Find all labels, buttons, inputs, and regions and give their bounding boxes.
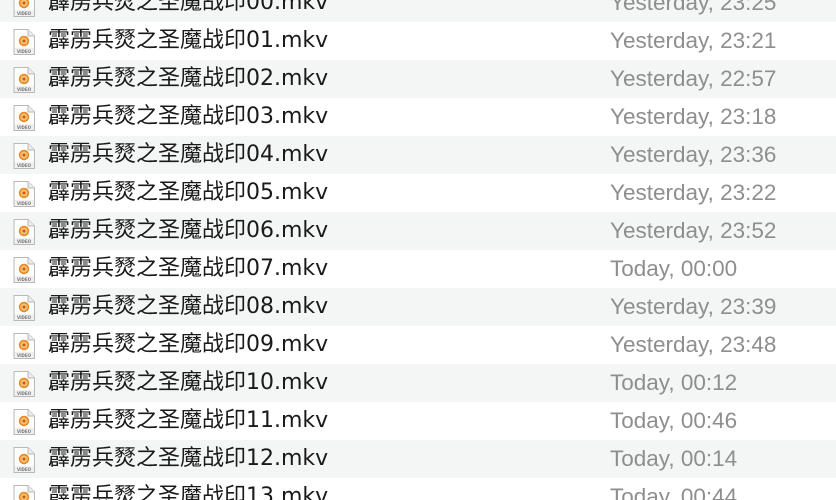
file-row[interactable]: VIDEO 霹雳兵燹之圣魔战印01.mkv Yesterday, 23:21 (0, 22, 836, 60)
video-file-icon: VIDEO (11, 408, 37, 436)
icon-label: VIDEO (17, 125, 32, 130)
icon-label: VIDEO (17, 11, 32, 16)
file-name: 霹雳兵燹之圣魔战印13.mkv (48, 484, 329, 500)
file-name: 霹雳兵燹之圣魔战印01.mkv (48, 28, 329, 53)
video-file-icon: VIDEO (11, 484, 37, 500)
icon-label: VIDEO (17, 467, 32, 472)
file-row[interactable]: VIDEO 霹雳兵燹之圣魔战印08.mkv Yesterday, 23:39 (0, 288, 836, 326)
file-name: 霹雳兵燹之圣魔战印10.mkv (48, 370, 329, 395)
video-file-icon: VIDEO (11, 180, 37, 208)
date-modified: Today, 00:00 (610, 256, 738, 281)
video-file-icon: VIDEO (11, 66, 37, 94)
date-modified: Yesterday, 23:52 (610, 218, 777, 243)
file-name: 霹雳兵燹之圣魔战印12.mkv (48, 446, 329, 471)
file-row[interactable]: VIDEO 霹雳兵燹之圣魔战印09.mkv Yesterday, 23:48 (0, 326, 836, 364)
file-name: 霹雳兵燹之圣魔战印11.mkv (48, 408, 329, 433)
file-row[interactable]: VIDEO 霹雳兵燹之圣魔战印04.mkv Yesterday, 23:36 (0, 136, 836, 174)
file-row[interactable]: VIDEO 霹雳兵燹之圣魔战印06.mkv Yesterday, 23:52 (0, 212, 836, 250)
video-file-icon: VIDEO (11, 294, 37, 322)
icon-label: VIDEO (17, 391, 32, 396)
file-name: 霹雳兵燹之圣魔战印07.mkv (48, 256, 329, 281)
file-row[interactable]: VIDEO 霹雳兵燹之圣魔战印11.mkv Today, 00:46 (0, 402, 836, 440)
date-modified: Today, 00:44 (610, 484, 738, 500)
icon-label: VIDEO (17, 315, 32, 320)
date-modified: Yesterday, 23:48 (610, 332, 777, 357)
video-file-icon: VIDEO (11, 104, 37, 132)
icon-label: VIDEO (17, 163, 32, 168)
icon-label: VIDEO (17, 429, 32, 434)
date-modified: Yesterday, 23:39 (610, 294, 777, 319)
file-row[interactable]: VIDEO 霹雳兵燹之圣魔战印13.mkv Today, 00:44 (0, 478, 836, 500)
file-list: VIDEO 霹雳兵燹之圣魔战印00.mkv Yesterday, 23:25 VI… (0, 0, 836, 500)
date-modified: Yesterday, 23:36 (610, 142, 777, 167)
file-name: 霹雳兵燹之圣魔战印06.mkv (48, 218, 329, 243)
video-file-icon: VIDEO (11, 370, 37, 398)
file-name: 霹雳兵燹之圣魔战印09.mkv (48, 332, 329, 357)
video-file-icon: VIDEO (11, 142, 37, 170)
date-modified: Today, 00:14 (610, 446, 738, 471)
icon-label: VIDEO (17, 239, 32, 244)
date-modified: Today, 00:46 (610, 408, 738, 433)
video-file-icon: VIDEO (11, 332, 37, 360)
icon-label: VIDEO (17, 87, 32, 92)
file-row[interactable]: VIDEO 霹雳兵燹之圣魔战印07.mkv Today, 00:00 (0, 250, 836, 288)
video-file-icon: VIDEO (11, 28, 37, 56)
file-name: 霹雳兵燹之圣魔战印00.mkv (48, 0, 329, 15)
file-name: 霹雳兵燹之圣魔战印05.mkv (48, 180, 329, 205)
file-name: 霹雳兵燹之圣魔战印08.mkv (48, 294, 329, 319)
date-modified: Yesterday, 23:25 (610, 0, 777, 15)
date-modified: Yesterday, 23:22 (610, 180, 777, 205)
video-file-icon: VIDEO (11, 256, 37, 284)
file-row[interactable]: VIDEO 霹雳兵燹之圣魔战印10.mkv Today, 00:12 (0, 364, 836, 402)
video-file-icon: VIDEO (11, 0, 37, 18)
date-modified: Today, 00:12 (610, 370, 738, 395)
icon-label: VIDEO (17, 49, 32, 54)
date-modified: Yesterday, 22:57 (610, 66, 777, 91)
file-name: 霹雳兵燹之圣魔战印02.mkv (48, 66, 329, 91)
file-row[interactable]: VIDEO 霹雳兵燹之圣魔战印03.mkv Yesterday, 23:18 (0, 98, 836, 136)
file-name: 霹雳兵燹之圣魔战印04.mkv (48, 142, 329, 167)
file-row[interactable]: VIDEO 霹雳兵燹之圣魔战印12.mkv Today, 00:14 (0, 440, 836, 478)
icon-label: VIDEO (17, 353, 32, 358)
file-row[interactable]: VIDEO 霹雳兵燹之圣魔战印05.mkv Yesterday, 23:22 (0, 174, 836, 212)
file-name: 霹雳兵燹之圣魔战印03.mkv (48, 104, 329, 129)
video-file-icon: VIDEO (11, 218, 37, 246)
file-row[interactable]: VIDEO 霹雳兵燹之圣魔战印00.mkv Yesterday, 23:25 (0, 0, 836, 22)
file-row[interactable]: VIDEO 霹雳兵燹之圣魔战印02.mkv Yesterday, 22:57 (0, 60, 836, 98)
icon-label: VIDEO (17, 201, 32, 206)
date-modified: Yesterday, 23:21 (610, 28, 777, 53)
date-modified: Yesterday, 23:18 (610, 104, 777, 129)
video-file-icon: VIDEO (11, 446, 37, 474)
icon-label: VIDEO (17, 277, 32, 282)
